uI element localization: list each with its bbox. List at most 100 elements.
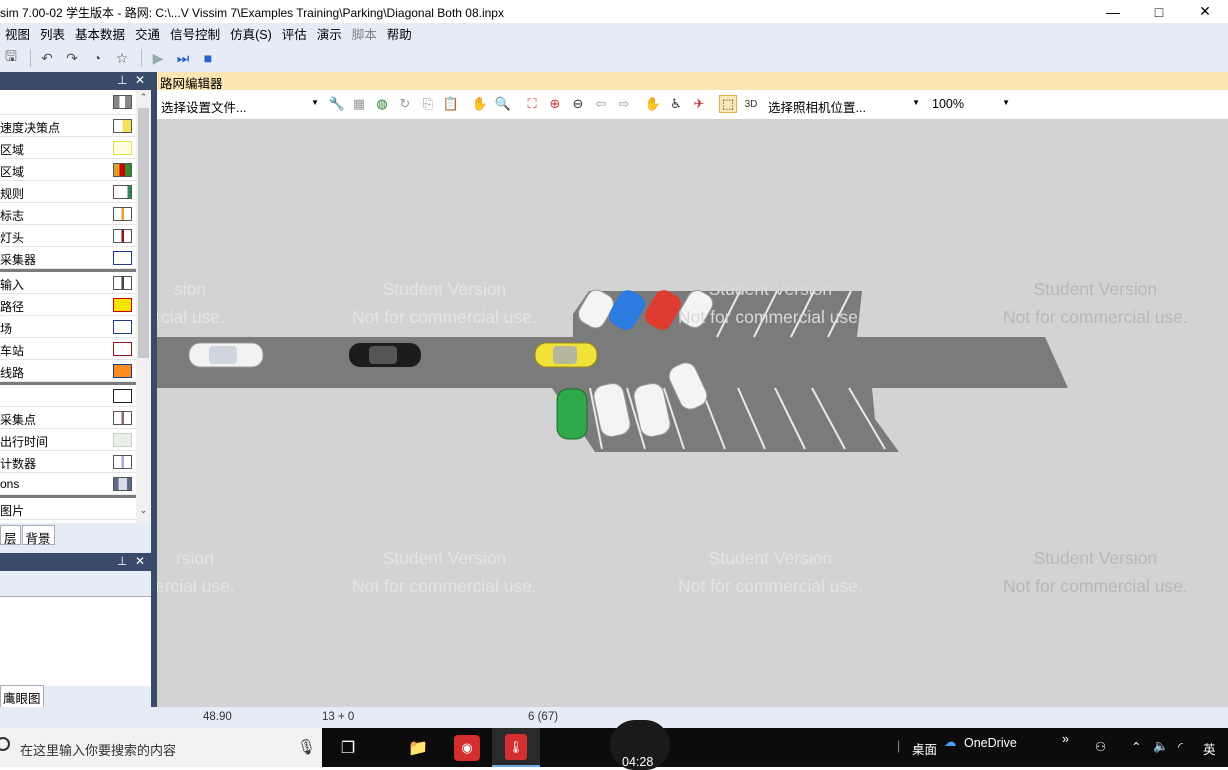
- color-swatch[interactable]: [113, 229, 132, 243]
- network-canvas[interactable]: sion rcial use. Student Version Not for co…: [157, 119, 1228, 707]
- close-icon[interactable]: ✕: [135, 554, 145, 568]
- pedestrian-icon[interactable]: ♿: [667, 95, 685, 113]
- color-swatch[interactable]: [113, 185, 132, 199]
- pan-hand-icon[interactable]: ✋: [471, 95, 489, 113]
- list-item[interactable]: 采集点: [0, 407, 136, 429]
- color-swatch[interactable]: [113, 433, 132, 447]
- file-explorer-icon[interactable]: 📁: [394, 728, 442, 767]
- zoom-select[interactable]: 100% ▼: [928, 94, 1014, 115]
- menu-help[interactable]: 帮助: [382, 24, 417, 43]
- rotate-icon[interactable]: ↻: [396, 95, 414, 113]
- menu-view[interactable]: 视图: [0, 24, 35, 43]
- list-item[interactable]: 灯头: [0, 225, 136, 247]
- save-icon[interactable]: 🖫: [0, 47, 22, 69]
- globe-icon[interactable]: ◍: [373, 95, 391, 113]
- netease-music-icon[interactable]: ◉: [443, 728, 491, 767]
- menu-evaluation[interactable]: 评估: [277, 24, 312, 43]
- 3d-mode-icon[interactable]: ⬚: [719, 95, 737, 113]
- pin-icon[interactable]: ⊥: [117, 73, 127, 87]
- redo-icon[interactable]: ↷: [61, 47, 83, 69]
- vissim-icon[interactable]: 🌡: [492, 728, 540, 767]
- menu-simulation[interactable]: 仿真(S): [225, 24, 277, 43]
- color-swatch[interactable]: [113, 163, 132, 177]
- speedometer-icon[interactable]: ◔: [86, 47, 108, 69]
- menu-traffic[interactable]: 交通: [130, 24, 165, 43]
- menu-scripts[interactable]: 脚本: [347, 24, 382, 43]
- clipboard-icon[interactable]: 📋: [442, 95, 460, 113]
- flight-icon[interactable]: ✈: [690, 95, 708, 113]
- onedrive-label[interactable]: OneDrive: [964, 736, 1017, 750]
- volume-icon[interactable]: 🔈: [1153, 739, 1169, 754]
- grid-icon[interactable]: ▦: [350, 95, 368, 113]
- zoom-select-icon[interactable]: 🔍: [494, 95, 512, 113]
- color-swatch[interactable]: [113, 298, 132, 312]
- settings-file-select[interactable]: 选择设置文件... ▼: [157, 94, 323, 115]
- microphone-icon[interactable]: 🎙: [297, 738, 316, 756]
- color-swatch[interactable]: [113, 251, 132, 265]
- wifi-icon[interactable]: ◜: [1178, 739, 1183, 754]
- forward-arrow-icon[interactable]: ⇨: [615, 95, 633, 113]
- chevron-up-icon[interactable]: ⌃: [1131, 739, 1141, 754]
- color-swatch[interactable]: [113, 411, 132, 425]
- taskbar-search[interactable]: 在这里输入你要搜索的内容 🎙: [0, 728, 322, 767]
- color-swatch[interactable]: [113, 141, 132, 155]
- color-swatch[interactable]: [113, 276, 132, 290]
- 3d-settings-icon[interactable]: 3D: [742, 95, 760, 113]
- color-swatch[interactable]: [113, 477, 132, 491]
- maximize-button[interactable]: □: [1136, 0, 1182, 23]
- step-forward-icon[interactable]: ⏭: [172, 47, 194, 69]
- scroll-up-icon[interactable]: ⌃: [136, 92, 151, 108]
- desktop-toolbar[interactable]: 桌面: [912, 739, 937, 758]
- color-swatch[interactable]: [113, 389, 132, 403]
- list-item[interactable]: 场: [0, 316, 136, 338]
- layer-list-scrollbar[interactable]: ⌃ ⌄: [136, 90, 151, 523]
- close-button[interactable]: ✕: [1182, 0, 1228, 23]
- list-item[interactable]: 规则: [0, 181, 136, 203]
- color-swatch[interactable]: [113, 455, 132, 469]
- list-item[interactable]: 计数器: [0, 451, 136, 473]
- menu-lists[interactable]: 列表: [35, 24, 70, 43]
- list-item[interactable]: 区域: [0, 137, 136, 159]
- copy-icon[interactable]: ⎘: [419, 95, 437, 113]
- input-method[interactable]: 英: [1203, 739, 1216, 758]
- camera-position-select[interactable]: 选择照相机位置... ▼: [764, 94, 924, 115]
- star-icon[interactable]: ☆: [111, 47, 133, 69]
- undo-icon[interactable]: ↶: [36, 47, 58, 69]
- tab-layers[interactable]: 层: [0, 525, 21, 546]
- list-item[interactable]: 线路: [0, 360, 136, 382]
- list-item[interactable]: 采集器: [0, 247, 136, 269]
- list-item[interactable]: 区域: [0, 159, 136, 181]
- list-item[interactable]: 标志: [0, 203, 136, 225]
- search-input[interactable]: 在这里输入你要搜索的内容: [20, 740, 176, 759]
- scroll-thumb[interactable]: [138, 108, 149, 358]
- color-swatch[interactable]: [113, 119, 132, 133]
- list-item[interactable]: 输入: [0, 272, 136, 294]
- show-all-icon[interactable]: ⛶: [523, 95, 541, 113]
- pin-icon[interactable]: ⊥: [117, 554, 127, 568]
- color-swatch[interactable]: [113, 342, 132, 356]
- menu-base-data[interactable]: 基本数据: [70, 24, 130, 43]
- list-item[interactable]: 车站: [0, 338, 136, 360]
- list-item[interactable]: [0, 385, 136, 407]
- color-swatch[interactable]: [113, 364, 132, 378]
- zoom-in-icon[interactable]: ⊕: [546, 95, 564, 113]
- task-view-icon[interactable]: ❐: [324, 728, 372, 767]
- list-item[interactable]: 出行时间: [0, 429, 136, 451]
- list-item[interactable]: 路径: [0, 294, 136, 316]
- tab-background[interactable]: 背景: [21, 525, 55, 546]
- list-item[interactable]: ons: [0, 473, 136, 495]
- color-swatch[interactable]: [113, 320, 132, 334]
- close-icon[interactable]: ✕: [135, 73, 145, 87]
- zoom-out-icon[interactable]: ⊖: [569, 95, 587, 113]
- color-swatch[interactable]: [113, 207, 132, 221]
- toolbar-overflow-icon[interactable]: »: [1062, 732, 1069, 746]
- stop-icon[interactable]: ■: [197, 47, 219, 69]
- minimize-button[interactable]: —: [1090, 0, 1136, 23]
- wrench-icon[interactable]: 🔧: [328, 95, 346, 113]
- back-arrow-icon[interactable]: ⇦: [592, 95, 610, 113]
- hand-icon[interactable]: ✋: [644, 95, 662, 113]
- play-icon[interactable]: ▶: [147, 47, 169, 69]
- people-icon[interactable]: ⚇: [1095, 739, 1106, 754]
- menu-signal-control[interactable]: 信号控制: [165, 24, 225, 43]
- list-item[interactable]: 速度决策点: [0, 115, 136, 137]
